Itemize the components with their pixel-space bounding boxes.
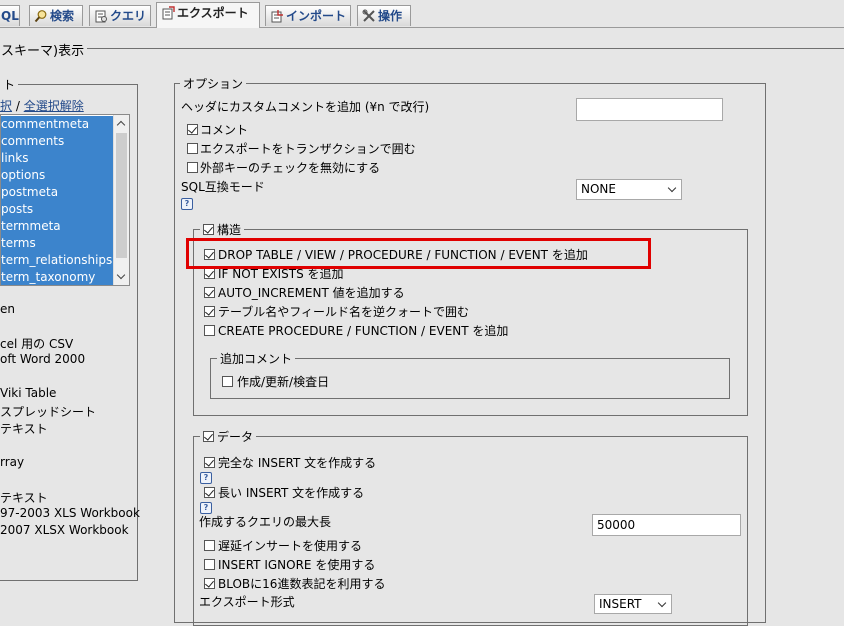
tab-bar-underline xyxy=(0,27,844,28)
title-divider xyxy=(0,48,844,49)
chevron-down-icon xyxy=(657,598,667,608)
tab-bar: QL 検索 クエリ エクスポート インポート 操作 xyxy=(0,0,844,28)
select-links-separator: / xyxy=(15,99,20,113)
transaction-label: エクスポートをトランザクションで囲む xyxy=(200,142,416,156)
list-item[interactable]: postmeta xyxy=(1,184,114,201)
operations-icon xyxy=(362,9,376,23)
help-icon[interactable]: ? xyxy=(181,198,193,210)
format-label[interactable]: Viki Table xyxy=(0,386,56,400)
structure-legend-label: 構造 xyxy=(217,223,242,237)
max-query-label: 作成するクエリの最大長 xyxy=(199,515,332,529)
tab-search-label: 検索 xyxy=(50,9,75,23)
data-checkbox[interactable] xyxy=(203,431,214,442)
delayed-insert-label: 遅延インサートを使用する xyxy=(218,539,363,553)
delayed-insert-checkbox[interactable] xyxy=(204,540,215,551)
select-all-link[interactable]: 択 xyxy=(0,99,12,113)
scroll-thumb[interactable] xyxy=(116,133,127,258)
format-label[interactable]: スプレッドシート xyxy=(0,403,96,420)
import-icon xyxy=(270,9,284,23)
search-icon xyxy=(34,9,48,23)
list-item[interactable]: terms xyxy=(1,235,114,252)
export-type-value: INSERT xyxy=(599,597,642,611)
create-procedure-label: CREATE PROCEDURE / FUNCTION / EVENT を追加 xyxy=(218,324,509,338)
query-icon xyxy=(94,9,108,23)
create-procedure-checkbox[interactable] xyxy=(204,325,215,336)
header-comment-input[interactable] xyxy=(576,98,723,121)
disable-fk-checkbox[interactable] xyxy=(187,162,198,173)
tab-operations[interactable]: 操作 xyxy=(357,5,411,26)
extra-comment-legend: 追加コメント xyxy=(217,350,296,367)
format-label[interactable]: oft Word 2000 xyxy=(0,352,85,366)
tab-query[interactable]: クエリ xyxy=(89,5,151,26)
export-type-select[interactable]: INSERT xyxy=(594,594,672,614)
complete-insert-checkbox[interactable] xyxy=(204,457,215,468)
extended-insert-label: 長い INSERT 文を作成する xyxy=(218,486,365,500)
tab-operations-label: 操作 xyxy=(378,9,403,23)
table-list-scrollbar[interactable] xyxy=(113,115,129,285)
options-legend: オプション xyxy=(180,75,247,92)
scroll-up-icon[interactable] xyxy=(116,120,126,130)
list-item[interactable]: comments xyxy=(1,133,114,150)
structure-legend: 構造 xyxy=(200,221,245,238)
tab-sql[interactable]: QL xyxy=(0,5,20,26)
format-label[interactable]: 97-2003 XLS Workbook xyxy=(0,506,140,520)
list-item[interactable]: term_relationships xyxy=(1,252,114,269)
format-label[interactable]: 2007 XLSX Workbook xyxy=(0,523,129,537)
dates-label: 作成/更新/検査日 xyxy=(237,375,330,389)
select-links: 択 / 全選択解除 xyxy=(0,97,84,114)
list-item[interactable]: links xyxy=(1,150,114,167)
format-label[interactable]: en xyxy=(0,302,15,316)
dates-checkbox[interactable] xyxy=(222,376,233,387)
backquote-label: テーブル名やフィールド名を逆クォートで囲む xyxy=(218,305,470,319)
blob-hex-checkbox[interactable] xyxy=(204,578,215,589)
disable-fk-label: 外部キーのチェックを無効にする xyxy=(200,161,381,175)
sql-compat-select[interactable]: NONE xyxy=(576,179,682,200)
format-label[interactable]: rray xyxy=(0,455,24,469)
list-item[interactable]: commentmeta xyxy=(1,116,114,133)
backquote-checkbox[interactable] xyxy=(204,306,215,317)
comment-checkbox[interactable] xyxy=(187,124,198,135)
data-legend: データ xyxy=(200,428,257,445)
structure-checkbox[interactable] xyxy=(203,224,214,235)
export-type-label: エクスポート形式 xyxy=(199,595,295,609)
complete-insert-label: 完全な INSERT 文を作成する xyxy=(218,456,377,470)
tab-sql-label: QL xyxy=(1,9,19,23)
page-title: スキーマ)表示 xyxy=(0,40,88,59)
extended-insert-checkbox[interactable] xyxy=(204,487,215,498)
list-item[interactable]: term_taxonomy xyxy=(1,269,114,285)
auto-increment-checkbox[interactable] xyxy=(204,287,215,298)
if-not-exists-checkbox[interactable] xyxy=(204,268,215,279)
list-item[interactable]: posts xyxy=(1,201,114,218)
deselect-all-link[interactable]: 全選択解除 xyxy=(24,99,84,113)
tab-search[interactable]: 検索 xyxy=(29,5,83,26)
help-icon[interactable]: ? xyxy=(200,472,212,484)
sql-compat-label: SQL互換モード xyxy=(181,180,265,194)
format-label[interactable]: cel 用の CSV xyxy=(0,335,73,352)
tab-import-label: インポート xyxy=(286,9,347,23)
tab-export-label: エクスポート xyxy=(177,6,249,20)
export-icon xyxy=(161,6,175,20)
tab-export[interactable]: エクスポート xyxy=(156,2,260,28)
max-query-input[interactable]: 50000 xyxy=(592,514,741,536)
table-list[interactable]: commentmeta comments links options postm… xyxy=(0,114,130,286)
table-select-legend: ト xyxy=(0,76,19,93)
insert-ignore-label: INSERT IGNORE を使用する xyxy=(218,558,376,572)
comment-label: コメント xyxy=(200,123,249,137)
highlight-box xyxy=(186,238,651,269)
transaction-checkbox[interactable] xyxy=(187,143,198,154)
blob-hex-label: BLOBに16進数表記を利用する xyxy=(218,577,386,591)
chevron-down-icon xyxy=(667,183,677,193)
list-item[interactable]: options xyxy=(1,167,114,184)
tab-query-label: クエリ xyxy=(110,9,147,23)
data-legend-label: データ xyxy=(217,430,254,444)
list-item[interactable]: termmeta xyxy=(1,218,114,235)
format-label[interactable]: テキスト xyxy=(0,420,48,437)
header-comment-label: ヘッダにカスタムコメントを追加 (¥n で改行) xyxy=(181,100,430,114)
scroll-down-icon[interactable] xyxy=(116,270,126,280)
sql-compat-value: NONE xyxy=(581,182,616,196)
auto-increment-label: AUTO_INCREMENT 値を追加する xyxy=(218,286,405,300)
tab-import[interactable]: インポート xyxy=(265,5,351,26)
insert-ignore-checkbox[interactable] xyxy=(204,559,215,570)
format-label[interactable]: テキスト xyxy=(0,489,48,506)
